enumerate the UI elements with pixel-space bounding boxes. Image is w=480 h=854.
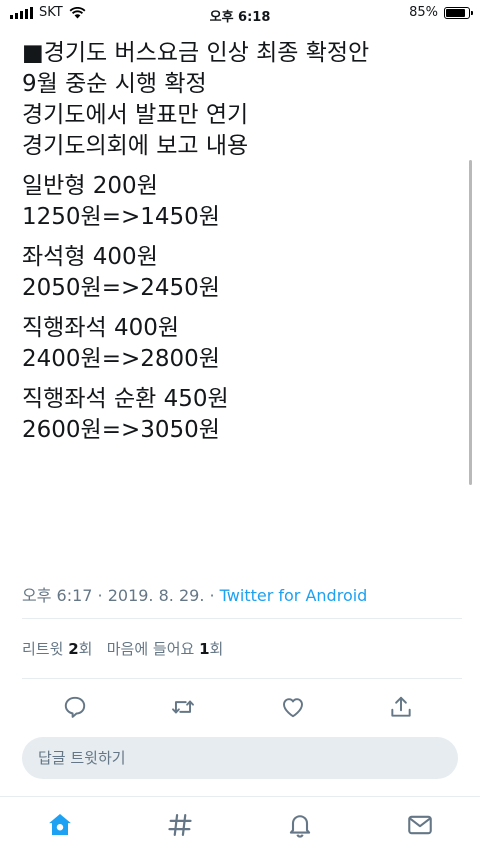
tweet-block-express: 직행좌석 400원 2400원=>2800원 [22,313,462,375]
like-count: 1 [199,640,210,658]
tab-notifications[interactable] [282,807,318,843]
messages-icon [408,815,432,835]
timestamp: 오후 6:17 · 2019. 8. 29. · [22,586,220,605]
tweet-body: ■경기도 버스요금 인상 최종 확정안 9월 중순 시행 확정 경기도에서 발표… [22,38,462,455]
share-icon [391,696,411,717]
tweet-stats: 리트윗 2회 마음에 들어요 1회 [22,638,223,659]
divider [22,618,462,619]
source-link[interactable]: Twitter for Android [220,586,368,605]
reply-icon [64,696,86,718]
status-bar: SKT 오후 6:18 85% [0,0,480,28]
battery-percent: 85% [409,5,438,20]
retweet-label: 리트윗 [22,640,64,658]
tab-explore[interactable] [162,807,198,843]
like-stat[interactable]: 마음에 들어요 1회 [107,640,224,658]
tweet-block-intro: ■경기도 버스요금 인상 최종 확정안 9월 중순 시행 확정 경기도에서 발표… [22,38,462,162]
reply-button[interactable] [58,690,92,724]
tab-home[interactable] [42,807,78,843]
like-label: 마음에 들어요 [106,640,195,658]
tweet-meta: 오후 6:17 · 2019. 8. 29. · Twitter for And… [22,582,367,606]
tweet-line: 9월 중순 시행 확정 [22,71,207,97]
like-button[interactable] [276,690,310,724]
tweet-block-seat: 좌석형 400원 2050원=>2450원 [22,242,462,304]
tweet-line: 2050원=>2450원 [22,275,220,301]
status-right: 85% [409,5,473,20]
tab-messages[interactable] [402,807,438,843]
tweet-line: 직행좌석 순환 450원 [22,386,229,412]
tweet-actions [0,690,480,724]
bottom-tab-bar [0,796,480,854]
like-suffix: 회 [209,640,224,658]
share-button[interactable] [384,690,418,724]
like-icon [283,698,303,718]
tweet-line: 2600원=>3050원 [22,417,220,443]
battery-icon [444,6,473,19]
retweet-suffix: 회 [78,640,93,658]
divider [22,678,462,679]
reply-input[interactable] [22,737,458,779]
tweet-line: 일반형 200원 [22,173,158,199]
tweet-line: 2400원=>2800원 [22,346,220,372]
tweet-line: 경기도에서 발표만 연기 [22,102,249,128]
clock: 오후 6:18 [209,10,271,25]
retweet-button[interactable] [166,690,200,724]
retweet-stat[interactable]: 리트윗 2회 [22,640,92,658]
explore-icon [168,813,192,837]
tweet-block-express-loop: 직행좌석 순환 450원 2600원=>3050원 [22,384,462,446]
tweet-line: ■경기도 버스요금 인상 최종 확정안 [22,40,370,66]
home-icon [49,814,71,835]
reply-box[interactable] [22,737,458,779]
retweet-count: 2 [68,640,79,658]
notifications-icon [289,815,311,838]
tweet-block-general: 일반형 200원 1250원=>1450원 [22,171,462,233]
tweet-line: 경기도의회에 보고 내용 [22,133,249,159]
tweet-line: 좌석형 400원 [22,244,158,270]
retweet-icon [172,700,194,714]
scrollbar-thumb[interactable] [469,160,472,485]
tweet-line: 1250원=>1450원 [22,204,220,230]
tweet-line: 직행좌석 400원 [22,315,180,341]
